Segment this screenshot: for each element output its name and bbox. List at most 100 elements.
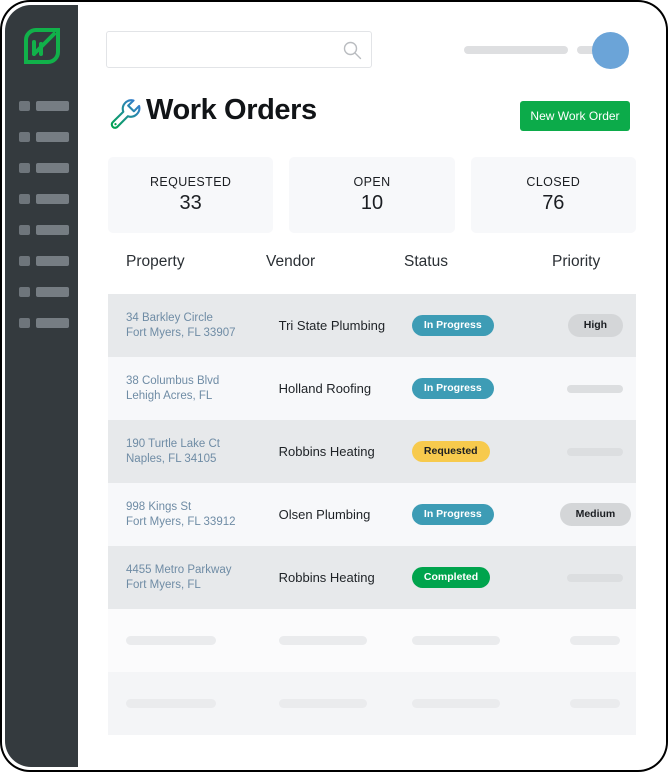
screen: Work Orders New Work Order REQUESTED 33 OP… <box>2 2 666 770</box>
sidebar-item-label-placeholder <box>36 225 69 235</box>
property-address: 4455 Metro Parkway <box>126 563 232 576</box>
priority-badge: Medium <box>559 503 632 526</box>
sidebar-item-icon <box>19 225 30 235</box>
cell-status: In Progress <box>411 378 555 399</box>
sidebar-item-icon <box>19 132 30 142</box>
cell-property[interactable]: 4455 Metro Parkway Fort Myers, FL <box>126 563 279 593</box>
column-header-vendor[interactable]: Vendor <box>266 253 404 271</box>
skeleton-bar <box>570 636 621 645</box>
sidebar-nav-list <box>5 101 78 349</box>
avatar[interactable] <box>592 32 629 69</box>
cell-status: Requested <box>411 441 555 462</box>
work-orders-table: Property Vendor Status Priority 34 Barkley … <box>108 253 636 735</box>
priority-badge: High <box>567 314 624 337</box>
cell-priority: High <box>555 314 636 337</box>
sidebar-item-label-placeholder <box>36 194 69 204</box>
stat-card-closed[interactable]: CLOSED 76 <box>470 157 636 233</box>
sidebar-item-2[interactable] <box>5 132 78 142</box>
cell-status: Completed <box>411 567 555 588</box>
column-header-priority[interactable]: Priority <box>552 253 636 271</box>
sidebar-item-icon <box>19 101 30 111</box>
table-header-row: Property Vendor Status Priority <box>108 253 636 294</box>
table-row[interactable]: 34 Barkley Circle Fort Myers, FL 33907 Tri… <box>108 294 636 357</box>
cell-priority: Medium <box>555 503 636 526</box>
wrench-icon <box>108 97 141 133</box>
skeleton-cell <box>411 699 555 708</box>
table-row[interactable]: 998 Kings St Fort Myers, FL 33912 Olsen Pl… <box>108 483 636 546</box>
sidebar-item-label-placeholder <box>36 163 69 173</box>
main-content: Work Orders New Work Order REQUESTED 33 OP… <box>78 5 666 767</box>
stat-card-open[interactable]: OPEN 10 <box>289 157 455 233</box>
sidebar-item-1[interactable] <box>5 101 78 111</box>
property-address: 38 Columbus Blvd <box>126 374 220 387</box>
cell-status: In Progress <box>411 315 555 336</box>
property-city-state: Lehigh Acres, FL <box>126 389 213 402</box>
sidebar-item-5[interactable] <box>5 225 78 235</box>
search-box[interactable] <box>106 31 372 68</box>
stat-label: REQUESTED <box>149 175 232 189</box>
skeleton-bar <box>126 699 216 708</box>
skeleton-cell <box>278 699 412 708</box>
status-badge: Completed <box>411 567 491 588</box>
stat-card-requested[interactable]: REQUESTED 33 <box>108 157 274 233</box>
new-work-order-button[interactable]: New Work Order <box>520 101 630 131</box>
skeleton-bar <box>278 699 367 708</box>
skeleton-bar <box>411 636 500 645</box>
sidebar-item-4[interactable] <box>5 194 78 204</box>
sidebar-item-icon <box>19 256 30 266</box>
skeleton-cell <box>411 636 555 645</box>
cell-property[interactable]: 998 Kings St Fort Myers, FL 33912 <box>126 500 279 530</box>
topbar <box>78 5 666 81</box>
cell-vendor: Robbins Heating <box>278 570 375 585</box>
cell-property[interactable]: 34 Barkley Circle Fort Myers, FL 33907 <box>126 311 279 341</box>
search-icon[interactable] <box>342 40 362 60</box>
cell-property[interactable]: 38 Columbus Blvd Lehigh Acres, FL <box>126 374 279 404</box>
stat-label: CLOSED <box>526 175 581 189</box>
cell-status: In Progress <box>411 504 555 525</box>
table-body: 34 Barkley Circle Fort Myers, FL 33907 Tri… <box>108 294 636 735</box>
device-frame: Work Orders New Work Order REQUESTED 33 OP… <box>0 0 668 772</box>
sidebar-item-icon <box>19 163 30 173</box>
skeleton-bar <box>126 636 216 645</box>
sidebar-item-icon <box>19 318 30 328</box>
cell-priority <box>555 573 636 582</box>
table-row[interactable]: 38 Columbus Blvd Lehigh Acres, FL Holland … <box>108 357 636 420</box>
sidebar-item-3[interactable] <box>5 163 78 173</box>
sidebar-item-icon <box>19 287 30 297</box>
column-header-property[interactable]: Property <box>108 253 266 271</box>
property-city-state: Fort Myers, FL 33912 <box>126 515 236 528</box>
search-input[interactable] <box>107 32 339 67</box>
cell-vendor: Olsen Plumbing <box>278 507 371 522</box>
property-address: 190 Turtle Lake Ct <box>126 437 220 450</box>
priority-placeholder <box>567 573 624 582</box>
status-badge: In Progress <box>411 378 494 399</box>
table-row[interactable]: 4455 Metro Parkway Fort Myers, FL Robbins … <box>108 546 636 609</box>
cell-vendor: Holland Roofing <box>278 381 372 396</box>
stat-value: 33 <box>179 192 202 214</box>
sidebar-item-8[interactable] <box>5 318 78 328</box>
priority-placeholder <box>567 447 624 456</box>
sidebar-item-label-placeholder <box>36 132 69 142</box>
cell-vendor: Robbins Heating <box>278 444 375 459</box>
skeleton-cell <box>126 699 279 708</box>
skeleton-cell <box>126 636 279 645</box>
cell-priority <box>555 384 636 393</box>
sidebar-item-label-placeholder <box>36 101 69 111</box>
sidebar-item-icon <box>19 194 30 204</box>
status-badge: In Progress <box>411 315 494 336</box>
sidebar-item-7[interactable] <box>5 287 78 297</box>
skeleton-cell <box>278 636 412 645</box>
status-badge: In Progress <box>411 504 494 525</box>
priority-placeholder <box>567 384 624 393</box>
stat-label: OPEN <box>353 175 391 189</box>
skeleton-bar <box>411 699 500 708</box>
sidebar-item-label-placeholder <box>36 287 69 297</box>
property-city-state: Naples, FL 34105 <box>126 452 217 465</box>
table-row[interactable]: 190 Turtle Lake Ct Naples, FL 34105 Robbin… <box>108 420 636 483</box>
leaf-logo-icon[interactable] <box>20 24 64 68</box>
cell-vendor: Tri State Plumbing <box>278 318 386 333</box>
cell-property[interactable]: 190 Turtle Lake Ct Naples, FL 34105 <box>126 437 279 467</box>
nav-placeholder-1[interactable] <box>464 46 568 54</box>
sidebar-item-6[interactable] <box>5 256 78 266</box>
column-header-status[interactable]: Status <box>404 253 552 271</box>
